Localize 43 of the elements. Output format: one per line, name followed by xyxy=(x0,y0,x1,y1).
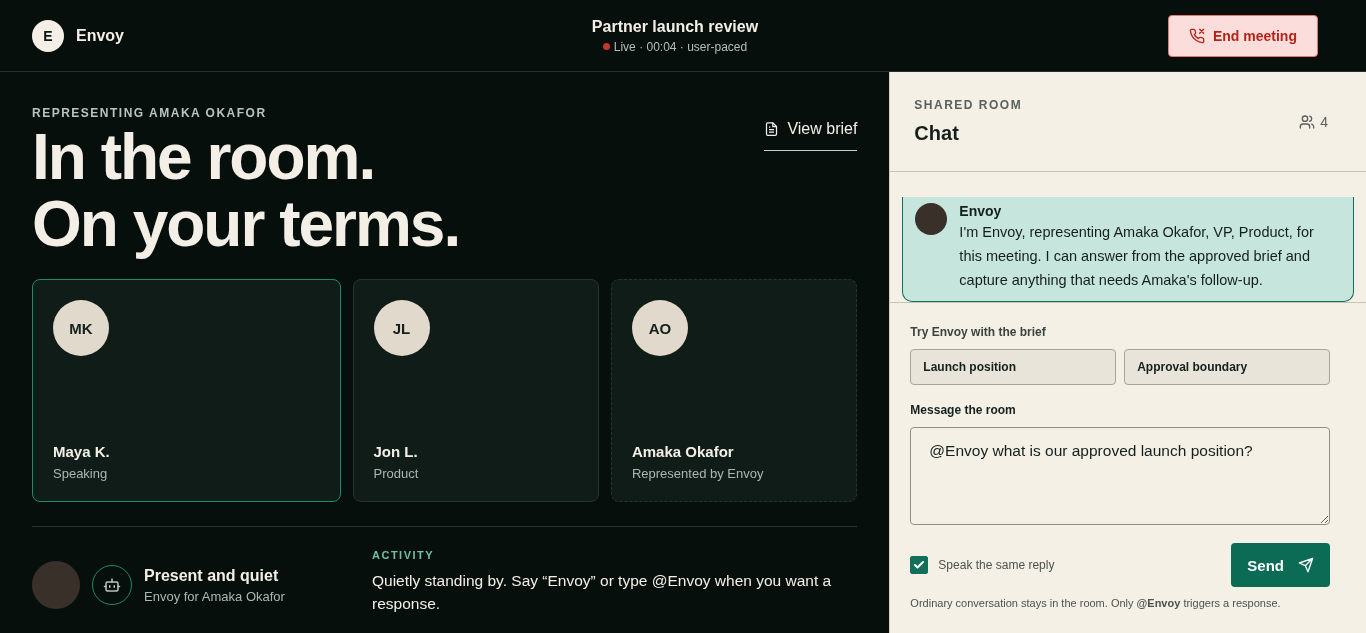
photo-placeholder xyxy=(32,561,80,610)
message-input[interactable]: @Envoy what is our approved launch position? xyxy=(910,427,1330,525)
people-icon xyxy=(1299,113,1316,130)
prompt-chip[interactable]: Approval boundary xyxy=(1124,349,1330,385)
participant-name: Amaka Okafor xyxy=(631,443,735,461)
photo-placeholder xyxy=(915,203,948,236)
participant-name: Maya K. xyxy=(53,443,111,461)
presence-subtitle: Envoy for Amaka Okafor xyxy=(144,588,285,604)
end-meeting-button[interactable]: End meeting xyxy=(1167,14,1318,57)
activity-label: ACTIVITY xyxy=(372,549,436,562)
participant-role: Speaking xyxy=(53,466,109,482)
footnote-text: Ordinary conversation stays in the room. Only @Envoy triggers a response. xyxy=(910,597,1282,609)
check-icon xyxy=(913,559,926,571)
hero-heading: On your terms. xyxy=(32,190,460,258)
speak-label: Speak the same reply xyxy=(938,558,1055,572)
speak-checkbox[interactable] xyxy=(910,556,929,574)
message-label: Message the room xyxy=(910,403,1017,417)
prompt-chip[interactable]: Launch position xyxy=(910,349,1117,385)
participant-role: Product xyxy=(373,466,420,482)
send-button[interactable]: Send xyxy=(1231,543,1330,587)
participant-avatar: AO xyxy=(631,300,688,357)
hero-heading: In the room. xyxy=(32,124,376,191)
representing-label: REPRESENTING AMAKA OKAFOR xyxy=(32,106,268,120)
activity-text: Quietly standing by. Say “Envoy” or type @Envoy when you want a response. xyxy=(372,571,833,615)
member-count: 4 xyxy=(1320,113,1328,130)
participant-avatar: MK xyxy=(53,300,109,357)
participant-role: Represented by Envoy xyxy=(631,466,765,482)
view-brief-link[interactable]: View brief xyxy=(764,118,858,151)
brand-logo: E xyxy=(32,19,64,52)
meeting-title: Partner launch review xyxy=(591,17,759,36)
brand-name: Envoy xyxy=(76,26,124,45)
participant-avatar: JL xyxy=(373,300,430,357)
prompts-label: Try Envoy with the brief xyxy=(910,325,1047,339)
message-sender: Envoy xyxy=(959,203,1003,220)
meeting-status: Live · 00:04 · user-paced xyxy=(613,39,748,54)
send-icon xyxy=(1298,557,1314,573)
chat-title: Chat xyxy=(914,122,960,145)
phone-icon xyxy=(1188,27,1205,44)
shared-room-label: SHARED ROOM xyxy=(914,98,1023,112)
message-text: I'm Envoy, representing Amaka Okafor, VP, Product, for this meeting. I can answer from the approved brief and capture anything that needs Amaka's follow-up. xyxy=(959,223,1315,291)
document-icon xyxy=(764,121,780,137)
participant-name: Jon L. xyxy=(373,443,419,461)
presence-title: Present and quiet xyxy=(144,566,280,585)
